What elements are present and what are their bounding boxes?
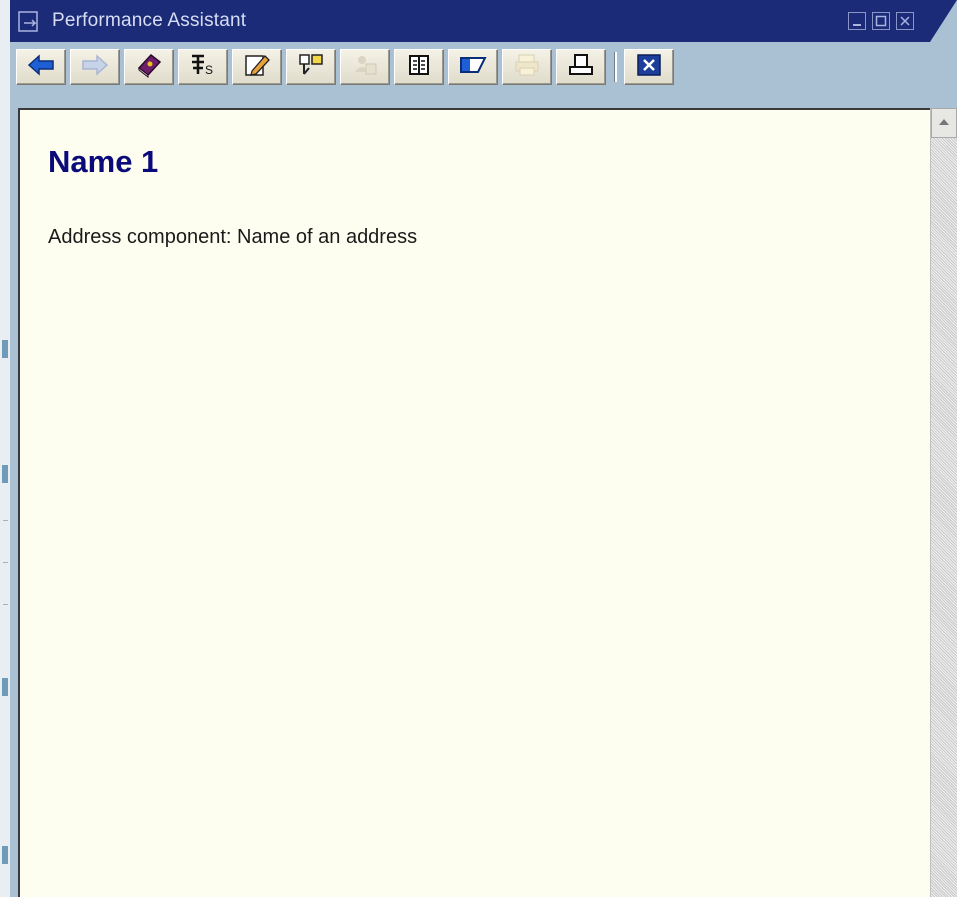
personal-note-button[interactable]: [340, 49, 390, 85]
minimize-button[interactable]: [848, 12, 866, 30]
print-preview-button[interactable]: [502, 49, 552, 85]
link-button[interactable]: [286, 49, 336, 85]
technical-info-button[interactable]: S: [178, 49, 228, 85]
book-open-icon: [405, 52, 433, 83]
person-note-icon: [351, 52, 379, 83]
glossary-button[interactable]: [124, 49, 174, 85]
print-preview-icon: [513, 52, 541, 83]
toggle-panel-button[interactable]: [448, 49, 498, 85]
toolbar: S: [10, 42, 957, 98]
arrow-left-icon: [26, 53, 56, 81]
page-title: Name 1: [48, 144, 159, 179]
background-gutter: [0, 0, 10, 897]
maximize-button[interactable]: [872, 12, 890, 30]
table-of-contents-button[interactable]: [394, 49, 444, 85]
forward-button[interactable]: [70, 49, 120, 85]
gutter-marker: [2, 846, 8, 864]
gutter-marker: [2, 465, 8, 483]
close-button[interactable]: [624, 49, 674, 85]
printer-icon: [567, 52, 595, 83]
toolbar-separator: [614, 52, 617, 82]
svg-text:S: S: [205, 63, 213, 77]
arrow-right-icon: [80, 53, 110, 81]
vertical-scrollbar[interactable]: [930, 108, 957, 897]
back-button[interactable]: [16, 49, 66, 85]
title-bar[interactable]: Performance Assistant: [10, 0, 957, 42]
book-icon: [135, 52, 163, 83]
window-title: Performance Assistant: [52, 10, 247, 31]
gutter-tick: [3, 562, 8, 563]
performance-assistant-window: Performance Assistant S Name 1 Address c…: [10, 0, 957, 897]
close-x-icon: [636, 53, 662, 82]
gutter-tick: [3, 520, 8, 521]
pencil-note-icon: [243, 52, 271, 83]
technical-info-icon: S: [188, 52, 218, 83]
print-button[interactable]: [556, 49, 606, 85]
gutter-marker: [2, 678, 8, 696]
scroll-up-button[interactable]: [931, 108, 957, 138]
gutter-marker: [2, 340, 8, 358]
field-description: Address component: Name of an address: [48, 226, 418, 248]
triangle-up-icon: [937, 114, 951, 132]
window-document-icon: [18, 11, 40, 33]
edit-note-button[interactable]: [232, 49, 282, 85]
gutter-tick: [3, 604, 8, 605]
panel-toggle-icon: [458, 54, 488, 81]
window-close-button[interactable]: [896, 12, 914, 30]
help-content-pane: Name 1 Address component: Name of an add…: [18, 108, 930, 897]
link-icon: [297, 52, 325, 83]
